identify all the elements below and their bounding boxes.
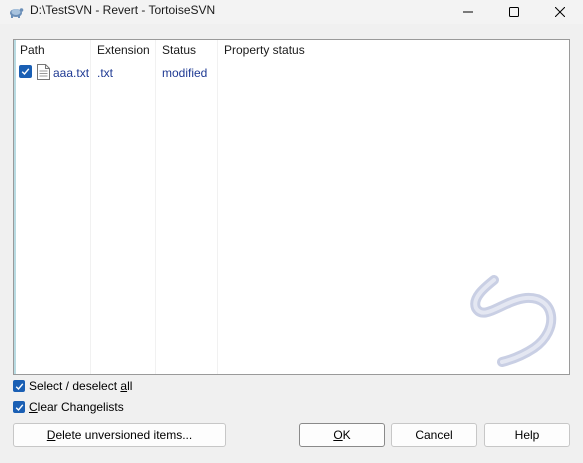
table-row[interactable]: aaa.txt .txt modified [16,64,569,82]
column-header-property-status[interactable]: Property status [224,43,305,57]
cell-path: aaa.txt [53,66,90,80]
column-header-path[interactable]: Path [20,43,45,57]
tortoise-icon [8,3,24,19]
ok-button[interactable]: OK [299,423,385,447]
file-list[interactable]: Path Extension Status Property status aa… [13,39,570,375]
delete-unversioned-button[interactable]: Delete unversioned items... [13,423,226,447]
maximize-icon[interactable] [491,0,537,24]
select-all-checkbox[interactable] [13,380,25,392]
column-header-status[interactable]: Status [162,43,196,57]
help-button[interactable]: Help [484,423,570,447]
revert-dialog: D:\TestSVN - Revert - TortoiseSVN Path E… [0,0,583,463]
cancel-button[interactable]: Cancel [391,423,477,447]
select-all-label[interactable]: Select / deselect all [29,379,132,393]
minimize-icon[interactable] [445,0,491,24]
cell-status: modified [162,66,208,80]
row-checkbox[interactable] [19,65,32,78]
select-all-option[interactable]: Select / deselect all [13,379,132,393]
column-separator[interactable] [90,40,91,374]
close-icon[interactable] [537,0,583,24]
clear-changelists-label[interactable]: Clear Changelists [29,400,124,414]
title-bar[interactable]: D:\TestSVN - Revert - TortoiseSVN [0,0,583,24]
column-separator[interactable] [155,40,156,374]
list-left-border [14,40,16,374]
column-separator[interactable] [217,40,218,374]
window-title: D:\TestSVN - Revert - TortoiseSVN [30,3,216,17]
column-header-extension[interactable]: Extension [97,43,150,57]
clear-changelists-checkbox[interactable] [13,401,25,413]
revert-arrow-icon [470,275,557,367]
clear-changelists-option[interactable]: Clear Changelists [13,400,124,414]
cell-extension: .txt [97,66,114,80]
text-file-icon [37,64,50,80]
